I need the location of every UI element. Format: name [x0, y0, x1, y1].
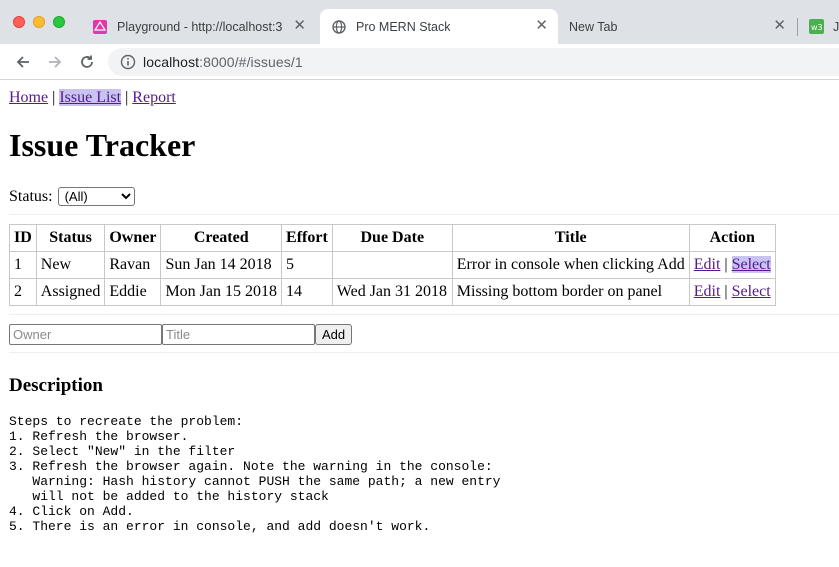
select-link[interactable]: Select: [731, 256, 771, 273]
issue-filter: Status: (All): [9, 187, 135, 206]
window-zoom-button[interactable]: [53, 16, 65, 28]
close-icon[interactable]: ✕: [773, 18, 786, 34]
back-arrow-icon: [16, 56, 29, 68]
tab-playground[interactable]: Playground - http://localhost:3 ✕: [84, 9, 316, 44]
nav-link-home[interactable]: Home: [9, 89, 48, 106]
forward-button[interactable]: [45, 52, 65, 72]
owner-input[interactable]: [9, 324, 162, 345]
close-icon[interactable]: ✕: [535, 18, 548, 34]
issue-add-form: Add: [9, 324, 353, 345]
edit-link[interactable]: Edit: [694, 256, 721, 273]
status-filter-select[interactable]: (All): [57, 187, 135, 206]
table-row: 1 New Ravan Sun Jan 14 2018 5 Error in c…: [9, 251, 776, 279]
tab-title: J: [833, 19, 839, 34]
cell-id: 2: [9, 278, 37, 306]
divider: [9, 314, 839, 315]
tab-title: Playground - http://localhost:3: [117, 19, 283, 34]
url-host: localhost: [143, 54, 200, 70]
status-filter-label: Status:: [9, 187, 53, 205]
action-separator: |: [724, 256, 728, 273]
svg-text:w3: w3: [811, 23, 823, 32]
cell-action: Edit | Select: [688, 251, 776, 279]
column-header-id: ID: [9, 224, 37, 252]
table-row: 2 Assigned Eddie Mon Jan 15 2018 14 Wed …: [9, 278, 776, 306]
cell-due-date: [331, 251, 453, 279]
divider: [9, 352, 839, 353]
column-header-action: Action: [688, 224, 776, 252]
column-header-title: Title: [451, 224, 690, 252]
reload-button[interactable]: [77, 52, 97, 72]
info-icon[interactable]: [120, 54, 136, 70]
browser-toolbar: localhost:8000/#/issues/1: [0, 44, 839, 80]
url-text: localhost:8000/#/issues/1: [143, 54, 303, 70]
cell-status: Assigned: [35, 278, 106, 306]
cell-action: Edit | Select: [688, 278, 776, 306]
column-header-due-date: Due Date: [331, 224, 453, 252]
cell-created: Mon Jan 15 2018: [160, 278, 283, 306]
issue-table: ID Status Owner Created Effort Due Date …: [9, 224, 776, 306]
reload-icon: [81, 55, 93, 68]
cell-owner: Eddie: [104, 278, 162, 306]
address-bar[interactable]: localhost:8000/#/issues/1: [108, 48, 839, 76]
cell-effort: 5: [281, 251, 333, 279]
tab-partial[interactable]: w3 J: [804, 9, 839, 44]
column-header-created: Created: [160, 224, 283, 252]
select-link[interactable]: Select: [732, 283, 771, 300]
browser-tab-strip: Playground - http://localhost:3 ✕ Pro ME…: [0, 0, 839, 44]
tab-pro-mern-stack[interactable]: Pro MERN Stack ✕: [320, 9, 558, 44]
tab-divider: [797, 18, 798, 36]
tab-new-tab[interactable]: New Tab ✕: [560, 9, 796, 44]
cell-created: Sun Jan 14 2018: [160, 251, 283, 279]
nav-separator: |: [52, 89, 56, 106]
cell-effort: 14: [281, 278, 333, 306]
edit-link[interactable]: Edit: [694, 283, 721, 300]
cell-title: Error in console when clicking Add: [451, 251, 690, 279]
action-separator: |: [724, 283, 728, 300]
tab-title: Pro MERN Stack: [356, 19, 451, 34]
nav-link-report[interactable]: Report: [132, 89, 176, 106]
tab-title: New Tab: [569, 19, 618, 34]
w3-icon: w3: [808, 19, 824, 35]
column-header-owner: Owner: [104, 224, 162, 252]
graphql-playground-icon: [92, 19, 108, 35]
column-header-effort: Effort: [281, 224, 333, 252]
column-header-status: Status: [35, 224, 106, 252]
cell-title: Missing bottom border on panel: [451, 278, 690, 306]
page-content: Home | Issue List | Report Issue Tracker…: [0, 81, 839, 567]
close-icon[interactable]: ✕: [293, 18, 306, 34]
divider: [9, 214, 839, 215]
table-header-row: ID Status Owner Created Effort Due Date …: [9, 224, 776, 252]
cell-owner: Ravan: [104, 251, 162, 279]
nav-link-issue-list[interactable]: Issue List: [59, 89, 122, 106]
add-button[interactable]: Add: [315, 324, 353, 345]
description-heading: Description: [9, 375, 103, 396]
forward-arrow-icon: [49, 56, 62, 68]
cell-status: New: [35, 251, 106, 279]
page-title: Issue Tracker: [9, 127, 196, 163]
top-nav: Home | Issue List | Report: [9, 89, 176, 107]
globe-icon: [331, 19, 347, 35]
window-minimize-button[interactable]: [33, 16, 45, 28]
back-button[interactable]: [13, 52, 33, 72]
description-text: Steps to recreate the problem: 1. Refres…: [9, 414, 501, 534]
cell-id: 1: [9, 251, 37, 279]
title-input[interactable]: [162, 324, 315, 345]
url-path: :8000/#/issues/1: [199, 54, 303, 70]
window-close-button[interactable]: [13, 16, 25, 28]
cell-due-date: Wed Jan 31 2018: [331, 278, 453, 306]
nav-separator: |: [125, 89, 129, 106]
